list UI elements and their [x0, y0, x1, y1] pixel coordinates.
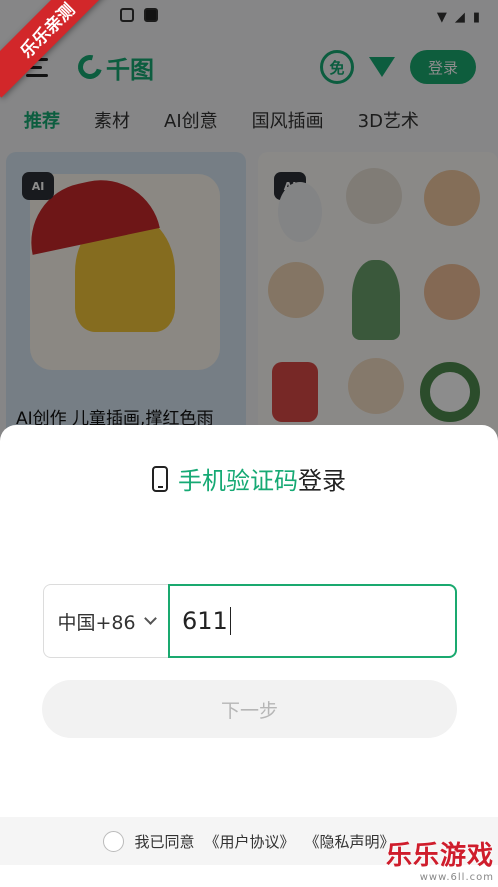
watermark-brand-title: 乐乐游戏 [385, 841, 494, 871]
country-code-select[interactable]: 中国+86 [43, 584, 168, 658]
title-highlight: 手机验证码 [178, 467, 298, 495]
agree-radio[interactable] [103, 830, 125, 852]
login-sheet: 手机验证码 登录 中国+86 611 下一步 我已同意 《用户协议》 《隐私声明… [0, 425, 498, 887]
privacy-policy-link[interactable]: 《隐私声明》 [305, 831, 395, 852]
text-caret [229, 607, 232, 635]
phone-number-input[interactable]: 611 [168, 584, 457, 658]
watermark-url: www.6ll.com [419, 872, 494, 883]
chevron-down-icon [143, 612, 157, 625]
next-step-button[interactable]: 下一步 [42, 680, 457, 738]
phone-number-value: 611 [182, 607, 228, 635]
sheet-title: 手机验证码 登录 [0, 461, 498, 496]
country-code-label: 中国+86 [57, 611, 136, 634]
title-text: 登录 [298, 467, 346, 495]
watermark-brand: 乐乐游戏 www.6ll.com [386, 835, 494, 883]
phone-row: 中国+86 611 [43, 584, 457, 658]
agree-text: 我已同意 [134, 832, 195, 851]
phone-icon [152, 465, 168, 492]
user-agreement-link[interactable]: 《用户协议》 [204, 831, 294, 852]
